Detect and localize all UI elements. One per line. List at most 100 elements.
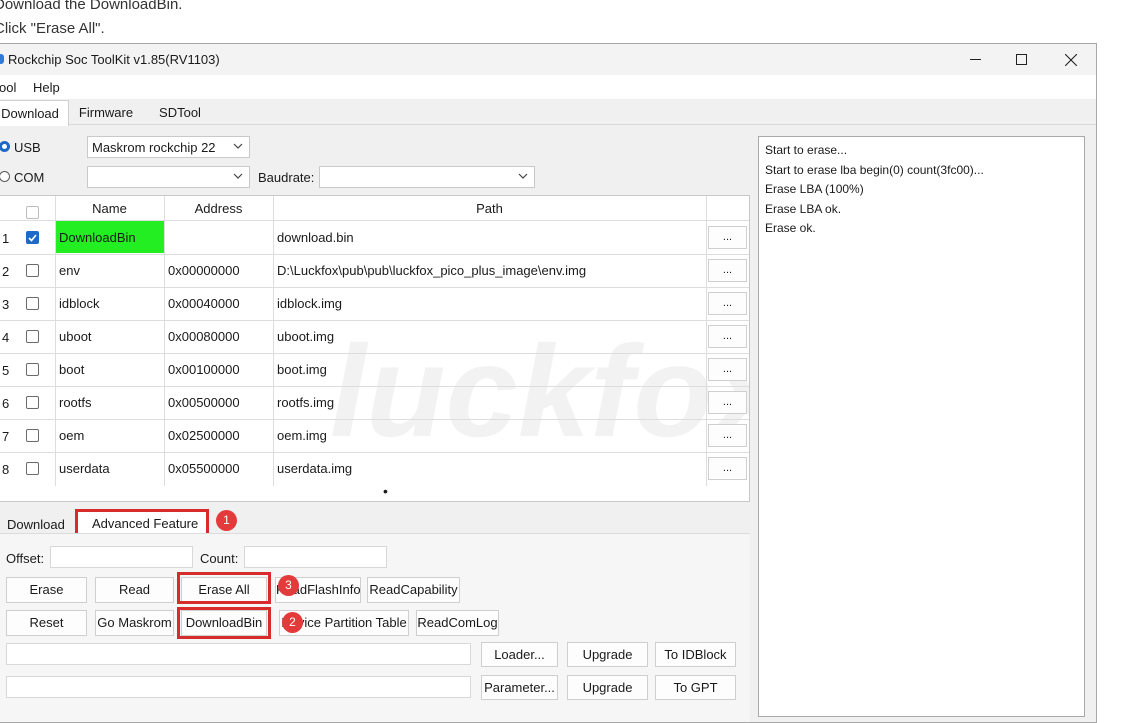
- log-panel[interactable]: Start to erase... Start to erase lba beg…: [758, 136, 1085, 717]
- instruction-line-1: Download the DownloadBin.: [0, 0, 183, 13]
- row-address: 0x05500000: [168, 461, 240, 476]
- browse-button[interactable]: ...: [708, 457, 747, 480]
- row-name: rootfs: [59, 395, 92, 410]
- usb-device-select[interactable]: Maskrom rockchip 22: [87, 136, 250, 158]
- loader-button[interactable]: Loader...: [481, 642, 558, 667]
- count-input[interactable]: [244, 546, 387, 568]
- row-checkbox[interactable]: [26, 297, 39, 310]
- browse-button[interactable]: ...: [708, 424, 747, 447]
- row-checkbox[interactable]: [26, 231, 39, 244]
- baudrate-label: Baudrate:: [258, 170, 315, 185]
- offset-label: Offset:: [6, 551, 45, 566]
- reset-button[interactable]: Reset: [6, 610, 87, 636]
- to-gpt-button[interactable]: To GPT: [655, 675, 736, 700]
- row-checkbox[interactable]: [26, 429, 39, 442]
- parameter-button[interactable]: Parameter...: [481, 675, 558, 700]
- instruction-line-2: Click "Erase All".: [0, 20, 105, 37]
- app-icon: [0, 54, 4, 64]
- row-address: 0x00080000: [168, 329, 240, 344]
- browse-button[interactable]: ...: [708, 292, 747, 315]
- partition-table: luckfox Name Address Path 1 DownloadBin do…: [0, 195, 750, 502]
- row-address: 0x00000000: [168, 263, 240, 278]
- usb-label: USB: [14, 140, 41, 155]
- table-row[interactable]: 4 uboot 0x00080000 uboot.img...: [0, 320, 749, 353]
- close-icon[interactable]: [1048, 44, 1094, 75]
- com-radio[interactable]: [0, 171, 10, 182]
- read-button[interactable]: Read: [95, 577, 174, 603]
- table-row[interactable]: 1 DownloadBin download.bin...: [0, 221, 749, 254]
- baudrate-select[interactable]: [319, 166, 535, 188]
- tab-firmware[interactable]: Firmware: [71, 100, 141, 125]
- com-port-select[interactable]: [87, 166, 250, 188]
- row-path: userdata.img: [277, 461, 353, 476]
- column-header-path: Path: [476, 201, 503, 216]
- row-address: 0x00500000: [168, 395, 240, 410]
- table-row[interactable]: 8 userdata 0x05500000 userdata.img...: [0, 452, 749, 485]
- table-row[interactable]: 7 oem 0x02500000 oem.img...: [0, 419, 749, 452]
- usb-radio[interactable]: [0, 141, 10, 152]
- upgrade-parameter-button[interactable]: Upgrade: [567, 675, 648, 700]
- row-index: 7: [2, 429, 10, 444]
- window-title: Rockchip Soc ToolKit v1.85(RV1103): [8, 52, 220, 67]
- offset-input[interactable]: [50, 546, 193, 568]
- menu-bar: [0, 75, 1096, 99]
- table-row[interactable]: 5 boot 0x00100000 boot.img...: [0, 353, 749, 386]
- row-path: rootfs.img: [277, 395, 335, 410]
- row-path: oem.img: [277, 428, 327, 443]
- row-name: DownloadBin: [59, 230, 136, 245]
- row-address: 0x02500000: [168, 428, 240, 443]
- row-checkbox[interactable]: [26, 264, 39, 277]
- subtab-download[interactable]: Download: [7, 517, 65, 532]
- row-checkbox[interactable]: [26, 396, 39, 409]
- browse-button[interactable]: ...: [708, 391, 747, 414]
- table-row[interactable]: 2 env 0x00000000 D:\Luckfox\pub\pub\luckfox…: [0, 254, 749, 287]
- row-index: 6: [2, 396, 10, 411]
- parameter-path-input[interactable]: [6, 676, 471, 698]
- row-index: 4: [2, 330, 10, 345]
- select-all-checkbox[interactable]: [26, 206, 39, 219]
- row-checkbox[interactable]: [26, 330, 39, 343]
- browse-button[interactable]: ...: [708, 325, 747, 348]
- usb-device-value: Maskrom rockchip 22: [92, 140, 216, 155]
- row-path: idblock.img: [277, 296, 343, 311]
- log-line: Start to erase lba begin(0) count(3fc00)…: [765, 163, 984, 177]
- row-index: 3: [2, 297, 10, 312]
- to-idblock-button[interactable]: To IDBlock: [655, 642, 736, 667]
- step-marker-2: 2: [282, 612, 303, 633]
- minimize-icon[interactable]: [952, 44, 998, 75]
- browse-button[interactable]: ...: [708, 226, 747, 249]
- row-checkbox[interactable]: [26, 462, 39, 475]
- maximize-icon[interactable]: [998, 44, 1044, 75]
- callout-download-bin: [177, 607, 271, 639]
- log-line: Start to erase...: [765, 143, 848, 157]
- menu-tool[interactable]: ool: [0, 80, 16, 95]
- chevron-down-icon: [233, 143, 243, 149]
- read-capability-button[interactable]: ReadCapability: [367, 577, 460, 603]
- upgrade-loader-button[interactable]: Upgrade: [567, 642, 648, 667]
- chevron-down-icon: [518, 173, 528, 179]
- com-label: COM: [14, 170, 45, 185]
- read-com-log-button[interactable]: ReadComLog: [416, 610, 499, 636]
- row-index: 5: [2, 363, 10, 378]
- menu-help[interactable]: Help: [33, 80, 60, 95]
- row-name: env: [59, 263, 80, 278]
- row-path: download.bin: [277, 230, 354, 245]
- tab-download[interactable]: Download: [0, 100, 69, 126]
- row-path: D:\Luckfox\pub\pub\luckfox_pico_plus_ima…: [277, 263, 587, 278]
- tab-sdtool[interactable]: SDTool: [149, 100, 211, 125]
- table-row[interactable]: 6 rootfs 0x00500000 rootfs.img...: [0, 386, 749, 419]
- table-row[interactable]: 3 idblock 0x00040000 idblock.img...: [0, 287, 749, 320]
- browse-button[interactable]: ...: [708, 358, 747, 381]
- row-path: boot.img: [277, 362, 327, 377]
- go-maskrom-button[interactable]: Go Maskrom: [95, 610, 174, 636]
- callout-erase-all: [177, 572, 271, 604]
- checkmark-icon: [28, 234, 37, 242]
- chevron-down-icon: [233, 173, 243, 179]
- count-label: Count:: [200, 551, 239, 566]
- loader-path-input[interactable]: [6, 643, 471, 665]
- step-marker-3: 3: [278, 575, 299, 596]
- row-name: boot: [59, 362, 85, 377]
- browse-button[interactable]: ...: [708, 259, 747, 282]
- erase-button[interactable]: Erase: [6, 577, 87, 603]
- row-checkbox[interactable]: [26, 363, 39, 376]
